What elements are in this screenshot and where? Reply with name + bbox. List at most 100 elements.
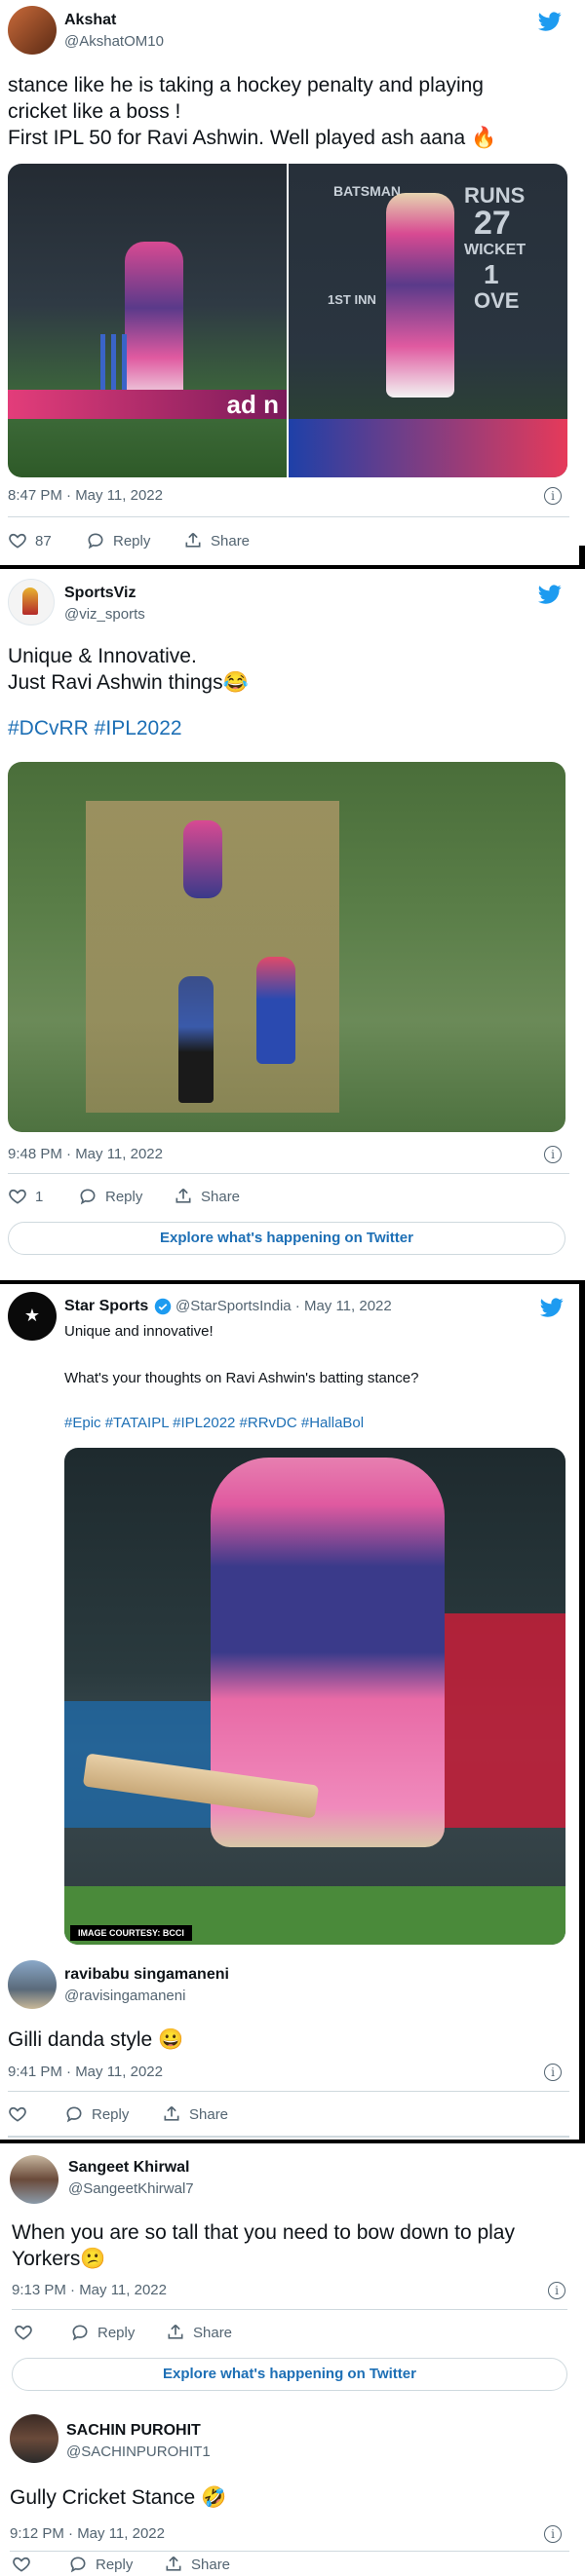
author-handle-date[interactable]: @StarSportsIndia · May 11, 2022 — [176, 1298, 392, 1314]
like-count: 87 — [35, 532, 52, 549]
umpire-figure — [178, 976, 214, 1103]
scoreboard-over: OVE — [474, 288, 520, 313]
avatar[interactable] — [10, 2155, 58, 2204]
tweet-timestamp[interactable]: 8:47 PM · May 11, 2022 — [8, 487, 163, 504]
share-label: Share — [201, 1188, 241, 1205]
tweet-media-right[interactable]: BATSMAN RUNS 27 WICKET 1 1ST INN OVE — [289, 164, 567, 477]
share-button[interactable]: Share — [162, 2104, 228, 2124]
bowler-figure — [256, 957, 295, 1064]
share-label: Share — [191, 2556, 231, 2573]
tweet-text-line: cricket like a boss ! — [8, 100, 181, 123]
scoreboard-col1: BATSMAN — [333, 183, 401, 199]
author-name[interactable]: Akshat — [64, 12, 116, 29]
share-button[interactable]: Share — [164, 2555, 230, 2574]
share-button[interactable]: Share — [166, 2323, 232, 2342]
share-icon — [166, 2556, 181, 2571]
scoreboard-runs: 27 — [474, 205, 511, 242]
trophy-logo-icon — [22, 587, 38, 615]
image-credit: IMAGE COURTESY: BCCI — [70, 1925, 192, 1941]
info-icon[interactable]: i — [544, 2525, 562, 2543]
share-label: Share — [193, 2324, 233, 2341]
divider — [12, 2309, 567, 2310]
tweet-timestamp[interactable]: 9:41 PM · May 11, 2022 — [8, 2064, 163, 2080]
reply-icon — [70, 2557, 86, 2573]
author-handle[interactable]: @viz_sports — [64, 606, 145, 623]
avatar[interactable] — [8, 1960, 57, 2009]
hashtags[interactable]: #Epic #TATAIPL #IPL2022 #RRvDC #HallaBol — [64, 1415, 364, 1431]
info-icon[interactable]: i — [548, 2282, 566, 2299]
info-icon[interactable]: i — [544, 1146, 562, 1163]
reply-button[interactable]: Reply — [68, 2555, 133, 2574]
batsman-figure — [386, 193, 454, 398]
tweet-card-star-sports: ★ Star Sports @StarSportsIndia · May 11,… — [0, 1284, 585, 1986]
tweet-timestamp[interactable]: 9:13 PM · May 11, 2022 — [12, 2282, 167, 2298]
author-name[interactable]: ravibabu singamaneni — [64, 1966, 229, 1984]
author-name[interactable]: SACHIN PUROHIT — [66, 2422, 201, 2440]
star-logo-icon: ★ — [23, 1306, 41, 1325]
batsman-figure — [183, 820, 222, 898]
divider — [8, 1173, 569, 1174]
author-name[interactable]: Sangeet Khirwal — [68, 2159, 189, 2177]
ad-board: ad n — [8, 390, 287, 419]
like-button[interactable] — [14, 2323, 33, 2342]
avatar[interactable]: ★ — [8, 1292, 57, 1341]
heart-icon — [13, 2557, 30, 2572]
verified-badge-icon — [154, 1298, 172, 1315]
avatar[interactable] — [10, 2414, 58, 2463]
tweet-timestamp[interactable]: 9:12 PM · May 11, 2022 — [10, 2525, 165, 2542]
divider — [10, 2551, 569, 2552]
tweet-text-line: Unique & Innovative. — [8, 645, 197, 667]
share-icon — [164, 2105, 179, 2121]
tweet-timestamp[interactable]: 9:48 PM · May 11, 2022 — [8, 1146, 163, 1162]
tweet-card-ravibabu: ravibabu singamaneni @ravisingamaneni Gi… — [0, 1949, 585, 2140]
info-icon[interactable]: i — [544, 2064, 562, 2081]
tweet-text-line: stance like he is taking a hockey penalt… — [8, 74, 484, 96]
ad-board — [289, 419, 567, 477]
scoreboard-wicket-label: WICKET — [464, 242, 526, 258]
avatar[interactable] — [8, 6, 57, 55]
hashtags[interactable]: #DCvRR #IPL2022 — [8, 715, 573, 741]
reply-button[interactable]: Reply — [86, 531, 150, 550]
twitter-bird-icon[interactable] — [538, 1296, 566, 1319]
scoreboard-inn: 1ST INN — [328, 292, 376, 307]
tweet-text: When you are so tall that you need to bo… — [12, 2219, 567, 2272]
tweet-text-line: What's your thoughts on Ravi Ashwin's ba… — [64, 1370, 419, 1386]
reply-label: Reply — [98, 2324, 136, 2341]
author-name[interactable]: SportsViz — [64, 585, 136, 602]
author-handle[interactable]: @SangeetKhirwal7 — [68, 2180, 194, 2197]
info-icon[interactable]: i — [544, 487, 562, 505]
tweet-media-left[interactable]: ad n — [8, 164, 287, 477]
page-edge — [579, 1284, 585, 2143]
tweet-media[interactable] — [8, 762, 566, 1132]
reply-label: Reply — [113, 532, 151, 549]
divider — [8, 2091, 569, 2092]
author-handle[interactable]: @ravisingamaneni — [64, 1988, 185, 2004]
author-handle[interactable]: @SACHINPUROHIT1 — [66, 2443, 211, 2460]
explore-twitter-button[interactable]: Explore what's happening on Twitter — [12, 2358, 567, 2391]
reply-icon — [88, 533, 103, 549]
partial-explore-edge — [8, 2136, 569, 2138]
share-button[interactable]: Share — [174, 1187, 240, 1206]
reply-icon — [80, 1189, 96, 1205]
share-button[interactable]: Share — [183, 531, 250, 550]
heart-icon — [9, 1189, 26, 1204]
reply-button[interactable]: Reply — [70, 2323, 135, 2342]
share-icon — [185, 532, 201, 548]
reply-button[interactable]: Reply — [64, 2104, 129, 2124]
tweet-media[interactable]: IMAGE COURTESY: BCCI — [64, 1448, 566, 1945]
tweet-text: Unique & Innovative. Just Ravi Ashwin th… — [8, 643, 573, 741]
reply-button[interactable]: Reply — [78, 1187, 142, 1206]
like-button[interactable]: 1 — [8, 1187, 43, 1206]
like-count: 1 — [35, 1188, 44, 1205]
tweet-text-line: Yorkers😕 — [12, 2248, 106, 2270]
twitter-bird-icon[interactable] — [536, 10, 564, 33]
like-button[interactable] — [12, 2555, 31, 2574]
explore-twitter-button[interactable]: Explore what's happening on Twitter — [8, 1222, 566, 1255]
author-name[interactable]: Star Sports — [64, 1298, 148, 1315]
like-button[interactable] — [8, 2104, 27, 2124]
like-button[interactable]: 87 — [8, 531, 52, 550]
batsman-figure — [125, 242, 183, 407]
author-handle[interactable]: @AkshatOM10 — [64, 33, 164, 50]
twitter-bird-icon[interactable] — [536, 583, 564, 606]
avatar[interactable] — [8, 579, 55, 625]
